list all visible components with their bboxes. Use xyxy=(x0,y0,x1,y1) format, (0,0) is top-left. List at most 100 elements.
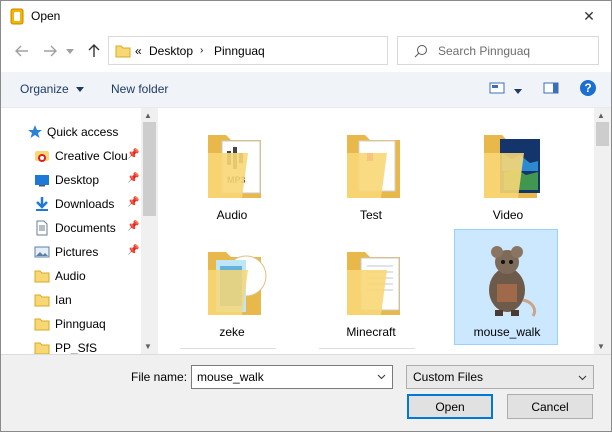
organize-button[interactable]: Organize xyxy=(20,82,85,96)
search-placeholder: Search Pinnguaq xyxy=(438,44,531,58)
up-button[interactable] xyxy=(85,42,103,60)
file-name-input[interactable]: mouse_walk xyxy=(191,365,393,389)
pin-icon: 📌 xyxy=(127,245,140,256)
folder-icon xyxy=(34,318,50,331)
scrollbar-thumb[interactable] xyxy=(596,122,609,146)
breadcrumb-pinnguaq[interactable]: Pinnguaq xyxy=(214,44,265,58)
scroll-up-icon[interactable]: ▲ xyxy=(597,111,605,120)
folder-icon xyxy=(347,135,400,198)
chevron-right-icon[interactable]: › xyxy=(200,45,203,56)
cancel-button[interactable]: Cancel xyxy=(507,394,593,419)
new-folder-button[interactable]: New folder xyxy=(111,82,168,96)
folder-icon xyxy=(347,252,400,315)
star-icon xyxy=(28,125,42,138)
audio-folder-icon: MP3 xyxy=(208,135,261,198)
file-item-mouse-walk[interactable]: mouse_walk xyxy=(454,229,558,345)
file-item-label: Audio xyxy=(216,208,248,222)
file-item-video[interactable]: Video xyxy=(456,113,560,229)
window-title: Open xyxy=(31,9,61,23)
help-icon: ? xyxy=(580,80,596,96)
folder-icon xyxy=(34,342,50,354)
chevron-down-icon[interactable] xyxy=(377,372,386,381)
sidebar-item-pp-sfs[interactable]: PP_SfS xyxy=(1,336,142,354)
file-item-label: zeke xyxy=(219,325,245,339)
forward-button[interactable] xyxy=(41,42,59,60)
view-options-button[interactable] xyxy=(489,81,523,98)
arrow-left-icon xyxy=(15,45,28,57)
address-bar[interactable]: « Desktop › Pinnguaq xyxy=(108,36,480,65)
file-item-label: Minecraft xyxy=(346,325,396,339)
preview-pane-icon xyxy=(543,82,559,94)
sidebar-item-pinnguaq[interactable]: Pinnguaq xyxy=(1,312,142,336)
sidebar-item-ian[interactable]: Ian xyxy=(1,288,142,312)
folder-icon xyxy=(34,270,50,283)
organize-label: Organize xyxy=(20,82,69,96)
file-list-scrollbar[interactable]: ▲ ▼ xyxy=(594,108,611,354)
sidebar-item-downloads[interactable]: Downloads 📌 xyxy=(1,192,142,216)
download-icon xyxy=(36,197,48,211)
file-type-value: Custom Files xyxy=(413,370,484,384)
file-name-value: mouse_walk xyxy=(197,370,264,384)
folder-icon xyxy=(34,294,50,307)
sidebar-item-quick-access[interactable]: Quick access xyxy=(1,120,142,144)
title-bar: Open ✕ xyxy=(1,1,611,32)
sidebar-item-label: Pinnguaq xyxy=(55,317,106,331)
sidebar-item-pictures[interactable]: Pictures 📌 xyxy=(1,240,142,264)
open-dialog: Open ✕ « Desktop › Pinnguaq Search Pinng… xyxy=(0,0,612,432)
view-icon xyxy=(489,82,505,94)
close-button[interactable]: ✕ xyxy=(567,1,611,32)
documents-icon xyxy=(36,220,48,236)
folder-icon xyxy=(115,45,131,58)
sidebar-item-label: Downloads xyxy=(55,197,115,211)
file-type-select[interactable]: Custom Files xyxy=(406,365,594,389)
file-item-zeke[interactable]: zeke xyxy=(180,230,284,346)
sidebar-item-label: Documents xyxy=(55,221,116,235)
arrow-up-icon xyxy=(88,44,100,57)
sidebar-item-label: Quick access xyxy=(47,125,119,139)
breadcrumb-desktop[interactable]: Desktop xyxy=(149,44,193,58)
sidebar-item-label: Audio xyxy=(55,269,86,283)
file-item-label: Test xyxy=(359,208,382,222)
pin-icon: 📌 xyxy=(127,173,140,184)
back-button[interactable] xyxy=(13,42,31,60)
scroll-down-icon[interactable]: ▼ xyxy=(597,342,605,351)
open-button[interactable]: Open xyxy=(407,394,493,419)
close-icon: ✕ xyxy=(583,8,595,24)
pictures-icon xyxy=(34,246,50,258)
chevron-down-icon xyxy=(578,375,587,381)
sidebar-item-audio[interactable]: Audio xyxy=(1,264,142,288)
file-name-label: File name: xyxy=(131,370,188,384)
sidebar-item-label: Desktop xyxy=(55,173,100,187)
chevron-down-icon xyxy=(76,87,85,93)
file-item-minecraft[interactable]: Minecraft xyxy=(319,230,423,346)
file-item-label: mouse_walk xyxy=(473,325,541,339)
arrow-right-icon xyxy=(44,45,57,57)
file-list: MP3 Audio Test Video xyxy=(158,108,594,354)
video-folder-icon xyxy=(484,135,540,198)
pin-icon: 📌 xyxy=(127,149,140,160)
recent-locations-button[interactable] xyxy=(64,42,76,60)
pin-icon: 📌 xyxy=(127,221,140,232)
scrollbar-thumb[interactable] xyxy=(143,122,156,216)
desktop-icon xyxy=(35,175,49,187)
sidebar-item-label: Creative Clou xyxy=(55,149,127,163)
breadcrumb-overflow[interactable]: « xyxy=(135,44,142,58)
navigation-pane: Quick access Creative Clou 📌 Desktop 📌 D… xyxy=(1,108,158,354)
command-bar: Organize New folder ? xyxy=(1,72,611,108)
scroll-up-icon[interactable]: ▲ xyxy=(144,111,152,120)
navigation-scrollbar[interactable]: ▲ ▼ xyxy=(141,108,158,354)
file-item-test[interactable]: Test xyxy=(319,113,423,229)
scroll-down-icon[interactable]: ▼ xyxy=(144,342,152,351)
chevron-down-icon xyxy=(66,48,74,54)
preview-pane-button[interactable] xyxy=(543,81,559,98)
sidebar-item-label: Pictures xyxy=(55,245,99,259)
file-item-audio[interactable]: MP3 Audio xyxy=(180,113,284,229)
pin-icon: 📌 xyxy=(127,197,140,208)
sidebar-item-creative-cloud[interactable]: Creative Clou 📌 xyxy=(1,144,142,168)
sidebar-item-documents[interactable]: Documents 📌 xyxy=(1,216,142,240)
sidebar-item-desktop[interactable]: Desktop 📌 xyxy=(1,168,142,192)
search-box[interactable]: Search Pinnguaq xyxy=(397,36,599,65)
file-name-bar: File name: mouse_walk Custom Files Open … xyxy=(1,354,611,431)
help-button[interactable]: ? xyxy=(579,79,597,100)
sidebar-item-label: Ian xyxy=(55,293,72,307)
